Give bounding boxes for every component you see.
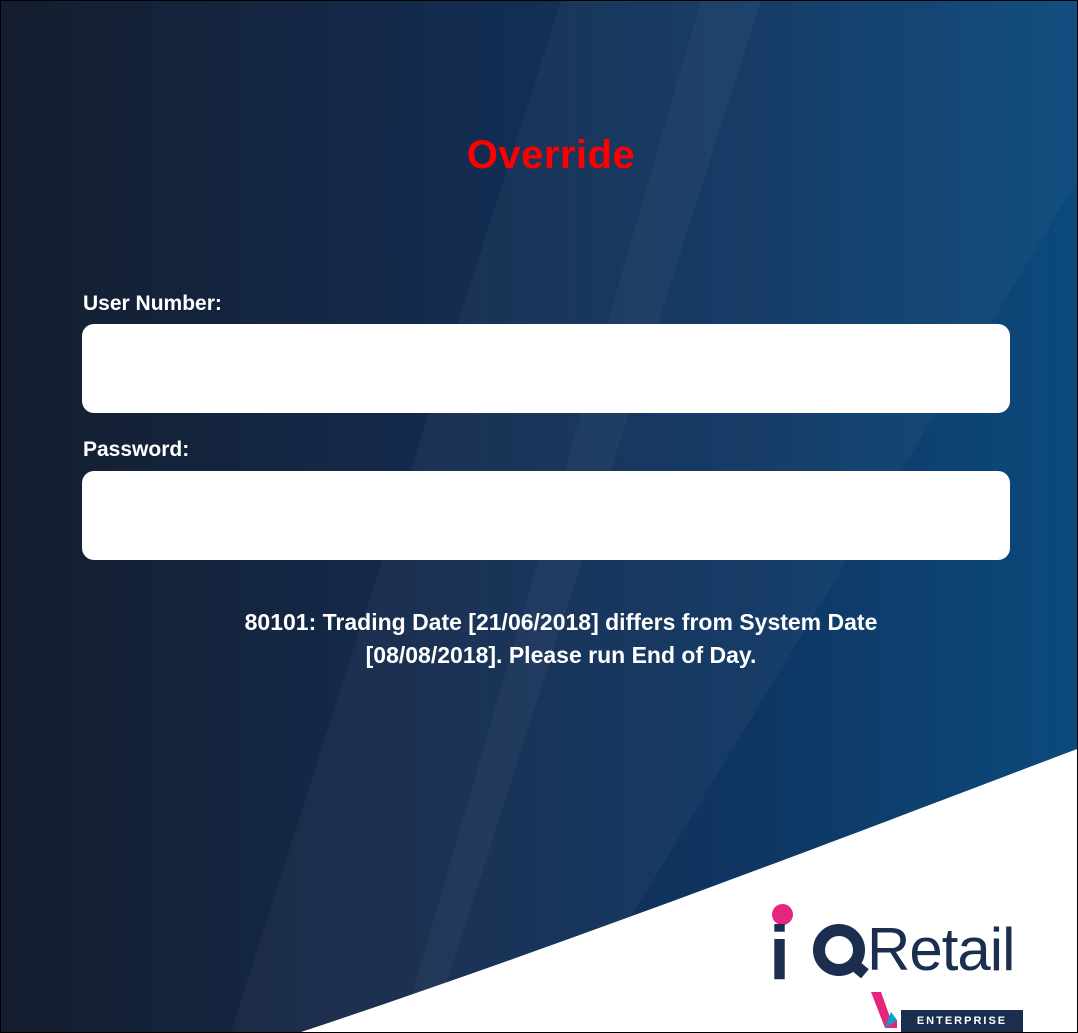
password-label: Password:	[83, 438, 190, 461]
status-message-line-1: 80101: Trading Date [21/06/2018] differs…	[244, 609, 878, 635]
user-number-input[interactable]	[82, 324, 1010, 413]
user-number-label: User Number:	[83, 292, 222, 315]
logo-brand-text: Retail	[867, 916, 1015, 983]
override-dialog: Override User Number: Password: 80101: T…	[0, 0, 1078, 1033]
iq-retail-logo: i Retail ENTERPRISE	[761, 904, 1031, 1032]
logo-i-letter: i	[769, 911, 791, 996]
status-message: 80101: Trading Date [21/06/2018] differs…	[121, 606, 1001, 672]
password-input[interactable]	[82, 471, 1010, 560]
dialog-title: Override	[466, 133, 636, 177]
status-message-line-2: [08/08/2018]. Please run End of Day.	[365, 642, 757, 668]
logo-enterprise-badge: ENTERPRISE	[901, 1010, 1023, 1032]
logo-check-icon	[871, 992, 897, 1028]
